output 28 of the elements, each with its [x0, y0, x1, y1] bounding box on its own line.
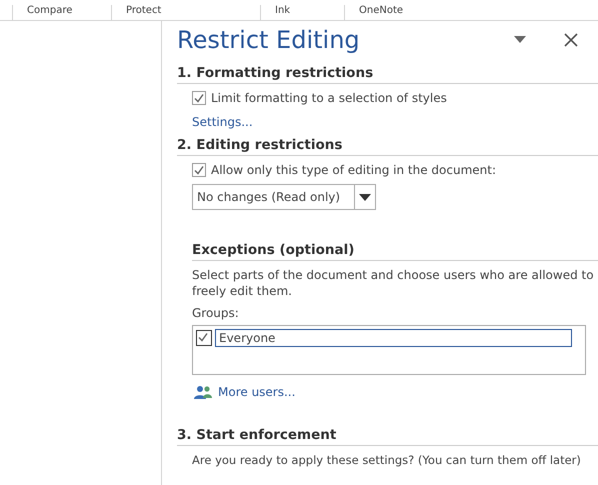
settings-link[interactable]: Settings...: [192, 115, 253, 129]
checkbox-label: Limit formatting to a selection of styles: [211, 91, 447, 105]
dropdown-arrow-icon: [359, 194, 371, 200]
ribbon-group-label: Protect: [111, 5, 260, 20]
checkbox[interactable]: [196, 330, 212, 346]
close-icon[interactable]: [564, 33, 578, 47]
dropdown-triangle-icon[interactable]: [514, 36, 526, 44]
editing-type-dropdown[interactable]: No changes (Read only): [192, 184, 376, 210]
pane-title: Restrict Editing: [177, 26, 361, 54]
checkmark-icon: [193, 92, 205, 104]
more-users-link[interactable]: More users...: [218, 385, 296, 399]
ribbon-group-label: Ink: [260, 5, 344, 20]
users-icon: [194, 385, 212, 399]
checkbox[interactable]: [192, 91, 206, 105]
section-heading: Exceptions (optional): [192, 236, 598, 261]
groups-label: Groups:: [192, 305, 240, 321]
ribbon-group-label: Compare: [12, 5, 111, 20]
section-heading: 2. Editing restrictions: [177, 131, 598, 156]
group-name[interactable]: Everyone: [215, 329, 572, 347]
section-heading: 3. Start enforcement: [177, 421, 598, 446]
checkbox-label: Allow only this type of editing in the document:: [211, 163, 496, 177]
section-heading: 1. Formatting restrictions: [177, 59, 598, 84]
checkbox[interactable]: [192, 163, 206, 177]
checkmark-icon: [197, 331, 209, 343]
exceptions-description: Select parts of the document and choose users who are allowed to freely edit them.: [192, 267, 595, 299]
enforcement-question: Are you ready to apply these settings? (You can turn them off later): [192, 453, 582, 467]
checkmark-icon: [193, 164, 205, 176]
ribbon-group-label: OneNote: [344, 5, 418, 20]
